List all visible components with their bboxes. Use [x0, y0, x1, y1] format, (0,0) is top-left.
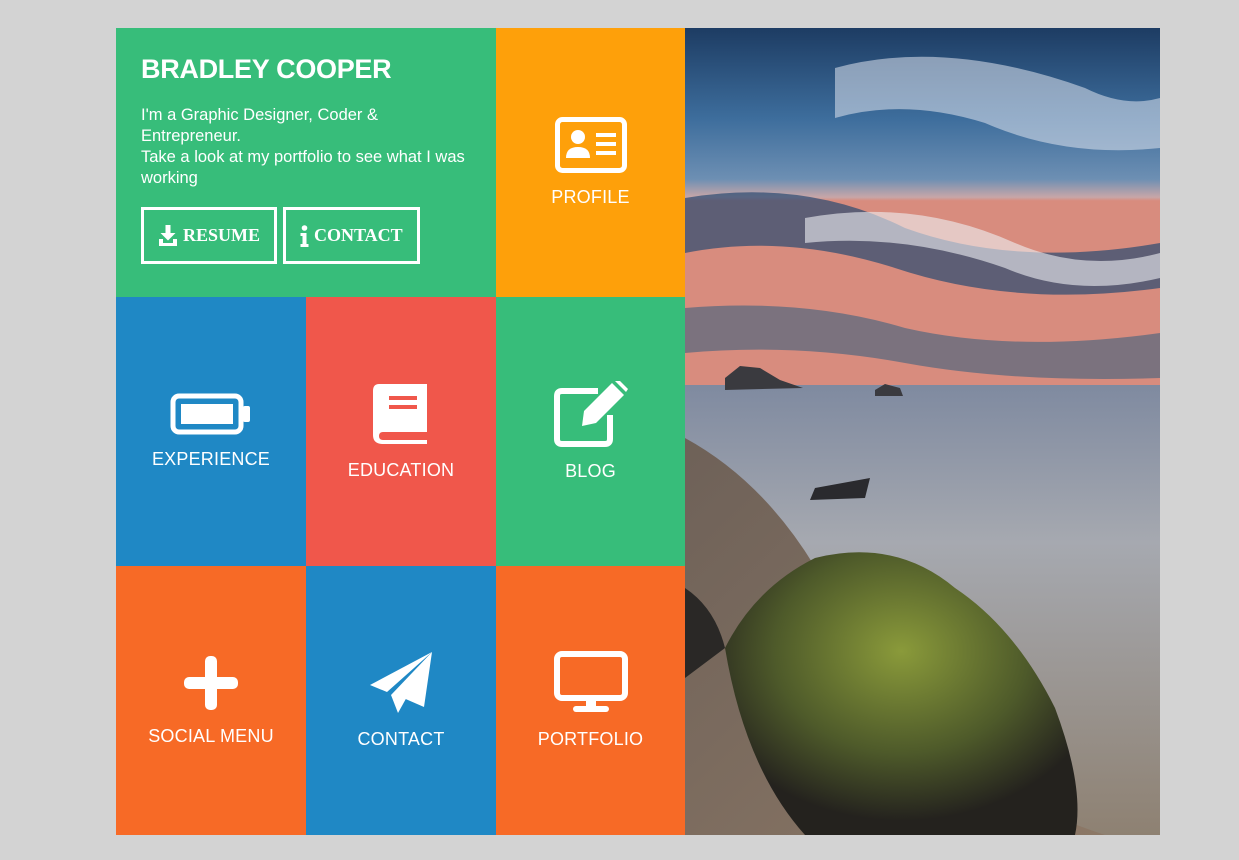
- tile-education-label: EDUCATION: [347, 460, 455, 480]
- tagline-line-2: Take a look at my portfolio to see what …: [141, 148, 465, 187]
- intro-panel: BRADLEY COOPER I'm a Graphic Designer, C…: [116, 28, 496, 297]
- tile-profile[interactable]: PROFILE: [496, 28, 685, 297]
- tile-social-menu[interactable]: SOCIAL MENU: [116, 566, 306, 835]
- portfolio-grid: BRADLEY COOPER I'm a Graphic Designer, C…: [116, 28, 1160, 835]
- resume-button[interactable]: RESUME: [141, 207, 278, 264]
- tile-portfolio[interactable]: PORTFOLIO: [496, 566, 685, 835]
- tile-portfolio-label: PORTFOLIO: [537, 729, 644, 749]
- tagline-line-1: I'm a Graphic Designer, Coder & Entrepre…: [141, 106, 379, 145]
- tile-contact[interactable]: CONTACT: [306, 566, 496, 835]
- seascape-photo: [685, 28, 1160, 835]
- monitor-icon: [553, 651, 628, 712]
- tile-experience-label: EXPERIENCE: [151, 449, 271, 469]
- intro-buttons: RESUME CONTACT: [141, 207, 471, 264]
- paper-plane-icon: [370, 652, 432, 713]
- resume-button-label: RESUME: [183, 225, 261, 245]
- info-icon: [300, 224, 309, 247]
- id-card-icon: [554, 117, 627, 173]
- owner-name: BRADLEY COOPER: [141, 54, 392, 84]
- book-icon: [373, 384, 427, 444]
- tile-contact-label: CONTACT: [357, 729, 445, 749]
- contact-button-label: CONTACT: [314, 225, 403, 245]
- download-icon: [159, 224, 177, 246]
- battery-icon: [170, 393, 250, 435]
- tile-blog-label: BLOG: [565, 461, 616, 481]
- tile-education[interactable]: EDUCATION: [306, 297, 496, 566]
- tile-profile-label: PROFILE: [551, 187, 630, 207]
- tile-social-menu-label: SOCIAL MENU: [148, 726, 274, 746]
- tile-blog[interactable]: BLOG: [496, 297, 685, 566]
- contact-button[interactable]: CONTACT: [283, 207, 420, 264]
- plus-icon: [184, 656, 238, 710]
- edit-icon: [553, 381, 628, 447]
- tile-experience[interactable]: EXPERIENCE: [116, 297, 306, 566]
